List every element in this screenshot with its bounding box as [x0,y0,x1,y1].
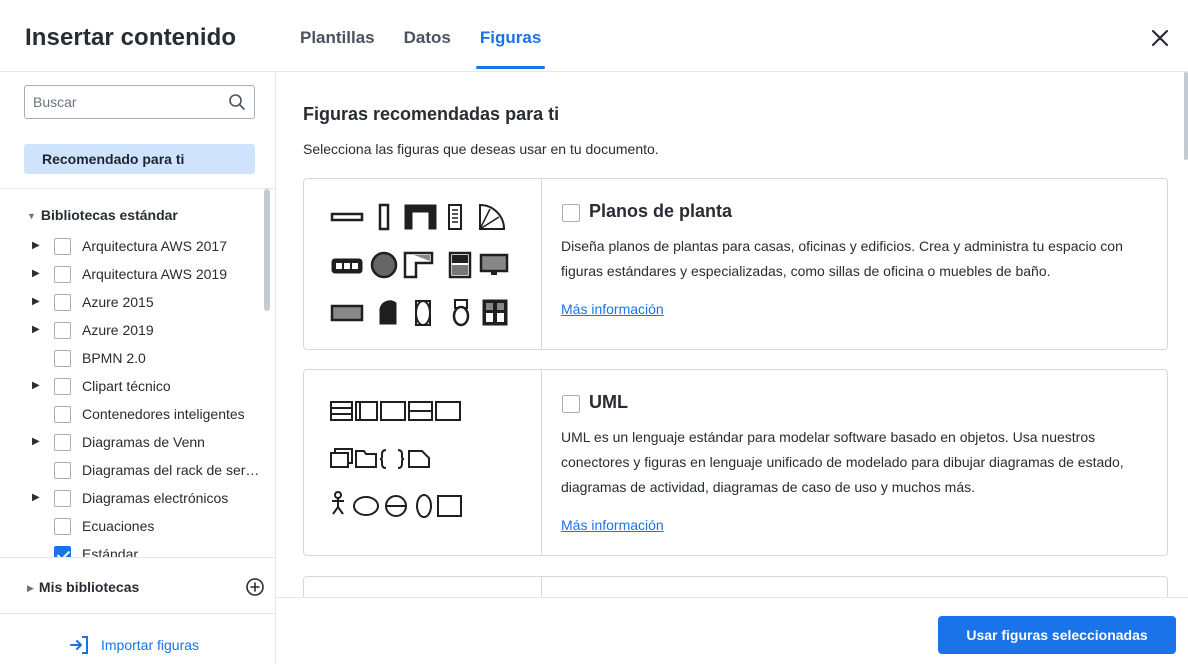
sidebar-scrollbar[interactable] [264,189,270,311]
search-icon[interactable] [228,93,246,111]
standard-libraries-title: Bibliotecas estándar [40,207,178,223]
library-item: ▶ Azure 2019 [0,317,262,345]
recommended-for-you[interactable]: Recomendado para ti [24,144,255,174]
library-checkbox[interactable] [54,434,71,451]
expand-arrow-icon[interactable]: ▶ [32,436,40,447]
library-label: Diagramas del rack de ser… [82,462,260,478]
tab-figuras[interactable]: Figuras [475,0,546,72]
import-shapes-label: Importar figuras [101,637,200,653]
section-title: Figuras recomendadas para ti [303,104,560,124]
card-title: UML [589,392,628,412]
main-scrollbar[interactable] [1184,72,1188,160]
library-label: Contenedores inteligentes [82,406,245,422]
uml-shapes-preview [304,370,542,555]
library-checkbox[interactable] [54,462,71,479]
expand-arrow-icon[interactable]: ▶ [32,324,40,335]
floor-plan-shapes-icon [330,203,509,327]
library-label: Arquitectura AWS 2017 [82,238,228,254]
shape-card-floor-plans[interactable]: Planos de planta Diseña planos de planta… [303,178,1168,350]
library-checkbox[interactable] [54,518,71,535]
more-info-link[interactable]: Más información [561,517,664,533]
my-libraries-header[interactable]: ▶ Mis bibliotecas [27,579,139,595]
expand-arrow-icon[interactable]: ▶ [32,268,40,279]
library-label: Diagramas electrónicos [82,490,229,506]
expand-arrow-icon[interactable]: ▶ [32,296,40,307]
library-item: ▶ Clipart técnico [0,373,262,401]
divider [0,613,275,614]
uml-checkbox[interactable] [562,395,580,413]
library-checkbox-checked[interactable] [54,546,71,557]
caret-right-icon: ▶ [27,583,34,593]
library-checkbox[interactable] [54,378,71,395]
library-item: ▶ Diagramas de Venn [0,429,262,457]
library-item: ▶ Arquitectura AWS 2017 [0,233,262,261]
plus-circle-icon[interactable] [245,577,265,597]
tab-bar: Plantillas Datos Figuras [300,0,570,72]
uml-shapes-icon [330,401,462,518]
library-checkbox[interactable] [54,266,71,283]
library-item: Diagramas del rack de ser… [0,457,262,485]
library-label: Azure 2019 [82,322,154,338]
divider [0,557,275,558]
library-checkbox[interactable] [54,490,71,507]
use-selected-shapes-button[interactable]: Usar figuras seleccionadas [938,616,1176,654]
shape-card-partial[interactable] [303,576,1168,597]
library-label: Estándar [82,546,139,557]
library-item: ▶ Arquitectura AWS 2019 [0,261,262,289]
library-item: BPMN 2.0 [0,345,262,373]
card-title: Planos de planta [589,201,733,221]
library-checkbox[interactable] [54,238,71,255]
library-label: Clipart técnico [82,378,171,394]
my-libraries-title: Mis bibliotecas [38,579,140,595]
import-shapes-button[interactable]: Importar figuras [68,634,199,656]
section-subtitle: Selecciona las figuras que deseas usar e… [303,141,659,157]
library-label: Ecuaciones [82,518,155,534]
tab-datos[interactable]: Datos [404,0,451,72]
floor-plan-shapes-preview [304,179,542,349]
search-input[interactable] [33,86,218,118]
library-checkbox[interactable] [54,406,71,423]
tab-plantillas[interactable]: Plantillas [300,0,375,72]
dialog-footer: Usar figuras seleccionadas [276,597,1188,664]
library-label: Diagramas de Venn [82,434,205,450]
sidebar: Recomendado para ti ▼ Bibliotecas estánda… [0,72,276,664]
card-description: UML es un lenguaje estándar para modelar… [561,429,1124,495]
main-panel: Figuras recomendadas para ti Selecciona … [276,72,1188,597]
shape-card-uml[interactable]: UML UML es un lenguaje estándar para mod… [303,369,1168,556]
library-checkbox[interactable] [54,350,71,367]
library-checkbox[interactable] [54,322,71,339]
library-item: Estándar [0,541,262,557]
caret-down-icon: ▼ [27,211,36,221]
expand-arrow-icon[interactable]: ▶ [32,492,40,503]
library-item: ▶ Azure 2015 [0,289,262,317]
more-info-link[interactable]: Más información [561,301,664,317]
search-box [24,85,255,119]
library-label: Azure 2015 [82,294,154,310]
expand-arrow-icon[interactable]: ▶ [32,240,40,251]
floor-plans-checkbox[interactable] [562,204,580,222]
library-item: Contenedores inteligentes [0,401,262,429]
standard-libraries-header[interactable]: ▼ Bibliotecas estándar [27,207,178,223]
shapes-preview [304,577,542,597]
import-icon [68,634,90,656]
library-label: BPMN 2.0 [82,350,146,366]
card-description: Diseña planos de plantas para casas, ofi… [561,238,1123,279]
insert-content-dialog: Insertar contenido Plantillas Datos Figu… [0,0,1188,664]
dialog-title: Insertar contenido [25,24,237,51]
dialog-header: Insertar contenido Plantillas Datos Figu… [0,0,1188,72]
library-item: Ecuaciones [0,513,262,541]
library-checkbox[interactable] [54,294,71,311]
standard-libraries-panel: ▼ Bibliotecas estándar ▶ Arquitectura AWS … [0,189,275,557]
expand-arrow-icon[interactable]: ▶ [32,380,40,391]
library-item: ▶ Diagramas electrónicos [0,485,262,513]
library-list: ▶ Arquitectura AWS 2017 ▶ Arquitectura AWS… [0,233,262,557]
close-icon[interactable] [1148,26,1172,50]
library-label: Arquitectura AWS 2019 [82,266,228,282]
